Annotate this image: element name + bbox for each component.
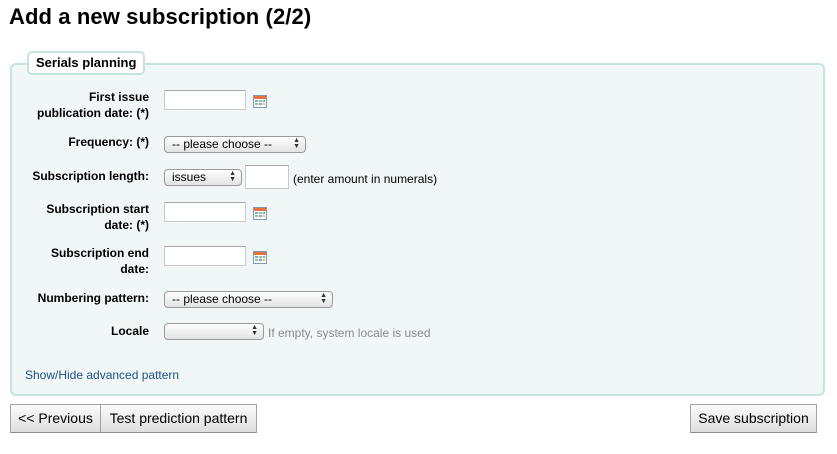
locale-select[interactable]: ▲ ▼ <box>164 323 264 340</box>
calendar-icon[interactable] <box>253 251 267 264</box>
calendar-icon[interactable] <box>253 95 267 108</box>
updown-arrows-icon: ▲ ▼ <box>251 324 258 337</box>
first-issue-date-label: First issue publication date: (*) <box>37 90 149 120</box>
frequency-select[interactable]: -- please choose -- ▲ ▼ <box>164 136 306 153</box>
page-title: Add a new subscription (2/2) <box>9 4 312 29</box>
numbering-pattern-select[interactable]: -- please choose -- ▲ ▼ <box>164 291 333 308</box>
save-subscription-button[interactable]: Save subscription <box>690 404 817 433</box>
start-date-input[interactable] <box>164 202 246 222</box>
subscription-length-hint: (enter amount in numerals) <box>293 172 438 186</box>
subscription-length-label: Subscription length: <box>32 169 149 183</box>
numbering-pattern-label: Numbering pattern: <box>37 291 149 305</box>
serials-planning-fieldset: Serials planning First issue publication… <box>10 51 825 396</box>
subscription-length-input[interactable] <box>245 165 289 189</box>
updown-arrows-icon: ▲ ▼ <box>293 137 300 150</box>
locale-hint: If empty, system locale is used <box>268 326 431 340</box>
end-date-input[interactable] <box>164 246 246 266</box>
locale-label: Locale <box>110 324 149 338</box>
end-date-label: Subscription end date: <box>50 246 149 276</box>
updown-arrows-icon: ▲ ▼ <box>229 170 236 183</box>
test-prediction-pattern-button[interactable]: Test prediction pattern <box>100 404 257 433</box>
subscription-length-unit-select[interactable]: issues ▲ ▼ <box>164 169 242 186</box>
first-issue-date-input[interactable] <box>164 90 246 110</box>
show-hide-advanced-pattern-link[interactable]: Show/Hide advanced pattern <box>25 368 179 382</box>
calendar-icon[interactable] <box>253 207 267 220</box>
frequency-label: Frequency: (*) <box>68 135 149 149</box>
fieldset-legend: Serials planning <box>27 51 146 75</box>
start-date-label: Subscription start date: (*) <box>46 202 149 232</box>
previous-button[interactable]: << Previous <box>10 404 101 433</box>
updown-arrows-icon: ▲ ▼ <box>320 292 327 305</box>
